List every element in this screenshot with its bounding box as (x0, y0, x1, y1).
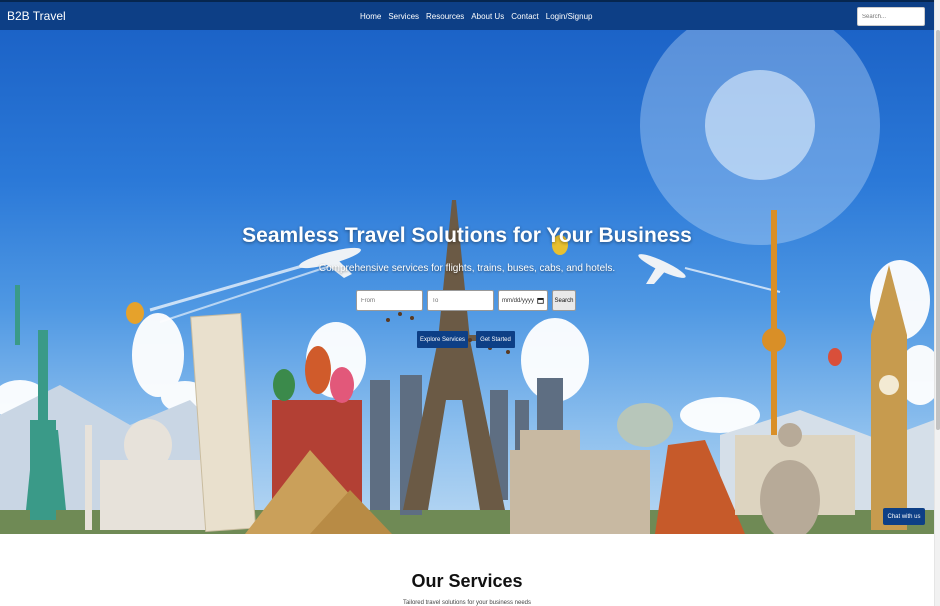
search-button[interactable]: Search (552, 290, 576, 311)
nav-contact[interactable]: Contact (511, 12, 539, 21)
nav-home[interactable]: Home (360, 12, 381, 21)
nav-search-input[interactable] (857, 7, 925, 26)
to-input[interactable] (427, 290, 494, 311)
nav-resources[interactable]: Resources (426, 12, 464, 21)
services-title: Our Services (411, 571, 523, 591)
date-input[interactable]: mm/dd/yyyy (498, 290, 548, 311)
services-subtitle: Tailored travel solutions for your busin… (402, 600, 532, 606)
trip-search-form: mm/dd/yyyy Search (356, 290, 576, 312)
nav-login[interactable]: Login/Signup (546, 12, 593, 21)
calendar-icon[interactable] (537, 297, 544, 304)
nav-services[interactable]: Services (388, 12, 419, 21)
nav-about[interactable]: About Us (471, 12, 504, 21)
nav-links: Home Services Resources About Us Contact… (360, 2, 592, 30)
date-placeholder: mm/dd/yyyy (502, 297, 535, 304)
navbar: B2B Travel Home Services Resources About… (0, 0, 934, 30)
hero-subtitle: Comprehensive services for flights, trai… (318, 263, 616, 274)
chat-button[interactable]: Chat with us (883, 508, 925, 525)
page-scrollbar[interactable] (934, 0, 940, 606)
travel-landmarks-illustration (0, 30, 934, 534)
scrollbar-thumb[interactable] (936, 30, 940, 430)
explore-services-button[interactable]: Explore Services (417, 331, 468, 348)
from-input[interactable] (356, 290, 423, 311)
brand-logo[interactable]: B2B Travel (7, 9, 66, 23)
hero-title: Seamless Travel Solutions for Your Busin… (242, 224, 692, 247)
hero-banner: Seamless Travel Solutions for Your Busin… (0, 30, 934, 534)
get-started-button[interactable]: Get Started (476, 331, 515, 348)
